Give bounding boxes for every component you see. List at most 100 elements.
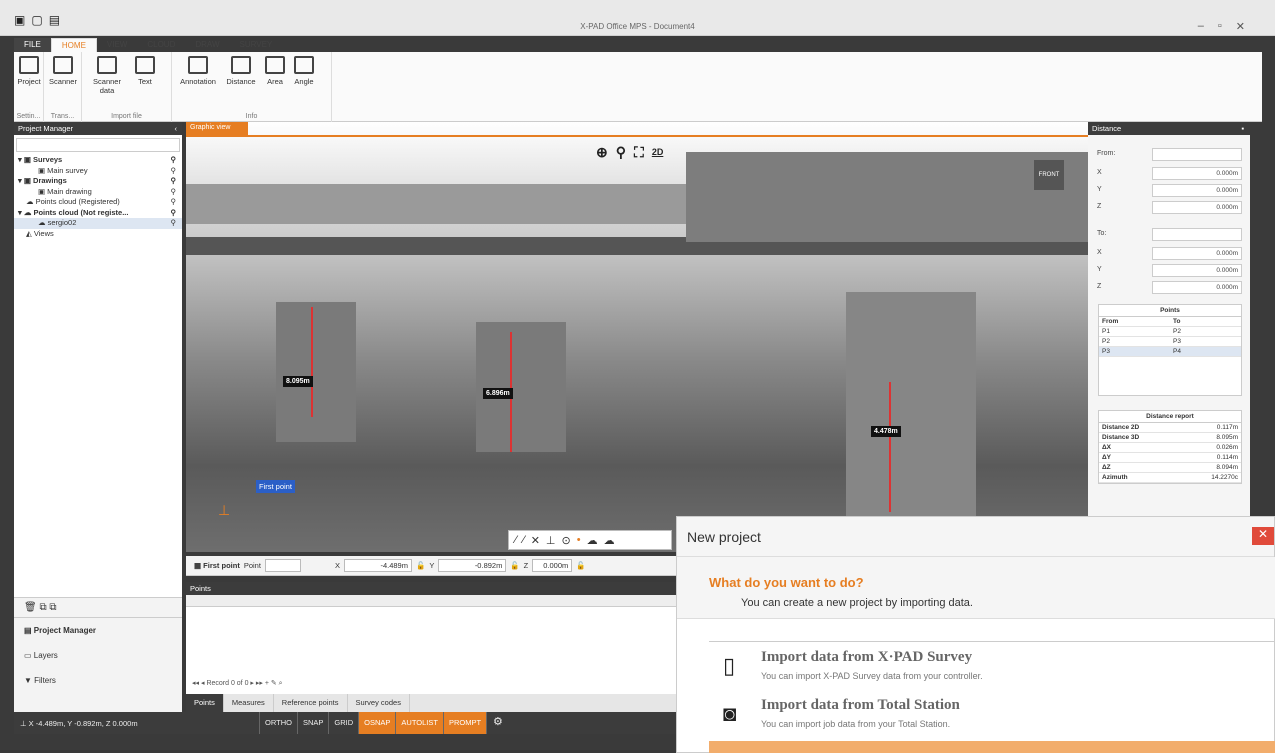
copy-icon[interactable]: ⧉: [39, 602, 46, 613]
scanner-button[interactable]: Scanner: [48, 56, 78, 86]
tab-survey[interactable]: SURVEY: [230, 38, 283, 52]
lock-icon[interactable]: 🔓: [510, 561, 519, 570]
cloud-snap-icon[interactable]: ☁: [604, 534, 615, 547]
perpendicular-snap-icon[interactable]: ⊥: [546, 534, 556, 547]
from-z-field[interactable]: 0.000m: [1152, 201, 1242, 214]
status-coords: ⊥ X -4.489m, Y -0.892m, Z 0.000m: [20, 718, 138, 728]
scanner-data-button[interactable]: Scanner data: [90, 56, 124, 95]
y-field[interactable]: -0.892m: [438, 559, 507, 572]
from-x-field[interactable]: 0.000m: [1152, 167, 1242, 180]
nav-project-manager[interactable]: ▤ Project Manager: [14, 618, 182, 643]
intersection-snap-icon[interactable]: ✕: [531, 534, 540, 547]
grid-toggle[interactable]: GRID: [328, 712, 358, 734]
tree-item-points-cloud-registered[interactable]: ☁ Points cloud (Registered) ⚲: [14, 197, 182, 208]
tab-cloud[interactable]: CLOUD: [137, 38, 185, 52]
close-icon[interactable]: ✕: [1236, 20, 1245, 33]
zoom-icon[interactable]: ⚲: [616, 144, 626, 161]
settings-gear-icon[interactable]: ⚙: [486, 712, 509, 734]
line-snap-icon[interactable]: ⁄: [515, 534, 517, 546]
snap-toggle[interactable]: SNAP: [296, 712, 328, 734]
tree-item-views[interactable]: ◭ Views: [14, 229, 182, 240]
to-z-field[interactable]: 0.000m: [1152, 281, 1242, 294]
pin-icon[interactable]: ⚲: [171, 197, 177, 206]
pin-icon[interactable]: ▪: [1241, 124, 1244, 133]
tree-item-main-drawing[interactable]: ▣ Main drawing ⚲: [14, 187, 182, 198]
text-label: Text: [138, 77, 152, 86]
pin-icon[interactable]: ⚲: [171, 155, 177, 164]
tab-file[interactable]: FILE: [14, 38, 51, 52]
autolist-toggle[interactable]: AUTOLIST: [395, 712, 443, 734]
tab-home[interactable]: HOME: [50, 38, 97, 52]
view-mode-toggle[interactable]: 2D: [652, 144, 664, 161]
scanner-data-label: Scanner data: [93, 77, 121, 95]
tree-item-drawings[interactable]: ▾ ▣ Drawings ⚲: [14, 176, 182, 187]
zoom-in-icon[interactable]: ⊕: [596, 144, 608, 161]
tree-search-input[interactable]: [16, 138, 180, 152]
from-point-field[interactable]: [1152, 148, 1242, 161]
point-snap-icon[interactable]: •: [577, 534, 581, 546]
pin-icon[interactable]: ⚲: [171, 176, 177, 185]
view-cube[interactable]: FRONT: [1034, 160, 1064, 190]
from-y-field[interactable]: 0.000m: [1152, 184, 1242, 197]
dialog-close-button[interactable]: ✕: [1252, 527, 1274, 545]
selected-option-highlight[interactable]: [709, 741, 1275, 753]
settings-group: Project Settin...: [14, 52, 44, 122]
delete-icon[interactable]: 🗑: [24, 602, 37, 613]
tree-item-main-survey[interactable]: ▣ Main survey ⚲: [14, 166, 182, 177]
graphic-view[interactable]: Graphic view 8.095m 6.896m 4.478m First …: [186, 122, 1090, 552]
angle-button[interactable]: Angle: [290, 56, 318, 86]
annotation-button[interactable]: Annotation: [178, 56, 218, 86]
ortho-toggle[interactable]: ORTHO: [259, 712, 297, 734]
nav-filters[interactable]: ▼ Filters: [14, 668, 182, 693]
tree-item-surveys[interactable]: ▾ ▣ Surveys ⚲: [14, 155, 182, 166]
table-row[interactable]: P1 P2: [1099, 327, 1241, 337]
collapse-icon[interactable]: ‹: [175, 124, 178, 133]
first-point-button[interactable]: ▦ First point: [194, 561, 240, 570]
point-input[interactable]: [264, 559, 301, 572]
tree-item-sergio02[interactable]: ☁ sergio02 ⚲: [14, 218, 182, 229]
center-snap-icon[interactable]: ⊙: [562, 534, 571, 547]
lock-icon[interactable]: 🔓: [576, 561, 585, 570]
import-xpad-survey-option[interactable]: ▯ Import data from X·PAD Survey You can …: [709, 645, 1275, 685]
tree-item-points-cloud-not-registered[interactable]: ▾ ☁ Points cloud (Not registe... ⚲: [14, 208, 182, 219]
text-button[interactable]: Text: [132, 56, 158, 86]
paste-icon[interactable]: ⧉: [49, 602, 56, 613]
tab-view[interactable]: VIEW: [97, 38, 137, 52]
tab-points[interactable]: Points: [186, 694, 224, 712]
x-field[interactable]: -4.489m: [343, 559, 412, 572]
tab-measures[interactable]: Measures: [224, 694, 274, 712]
tab-draw[interactable]: DRAW: [185, 38, 229, 52]
record-navigator[interactable]: ◂◂ ◂ Record 0 of 0 ▸ ▸▸ + ✎ ⌕: [192, 679, 283, 688]
tab-reference-points[interactable]: Reference points: [274, 694, 348, 712]
nav-layers[interactable]: ▭ Layers: [14, 643, 182, 668]
area-button[interactable]: Area: [262, 56, 288, 86]
table-row[interactable]: P3 P4: [1099, 347, 1241, 357]
measure-label[interactable]: 8.095m: [283, 376, 313, 387]
z-field[interactable]: 0.000m: [532, 559, 573, 572]
measure-label[interactable]: 4.478m: [871, 426, 901, 437]
osnap-toggle[interactable]: OSNAP: [358, 712, 396, 734]
import-total-station-option[interactable]: ◙ Import data from Total Station You can…: [709, 693, 1275, 733]
pin-icon[interactable]: ⚲: [171, 218, 177, 227]
table-row[interactable]: P2 P3: [1099, 337, 1241, 347]
to-x-field[interactable]: 0.000m: [1152, 247, 1242, 260]
lock-icon[interactable]: 🔓: [416, 561, 425, 570]
report-label: Azimuth: [1102, 474, 1128, 481]
minimize-icon[interactable]: –: [1198, 20, 1204, 33]
distance-button[interactable]: Distance: [224, 56, 258, 86]
pin-icon[interactable]: ⚲: [171, 208, 177, 217]
tab-graphic-view[interactable]: Graphic view: [186, 122, 248, 135]
to-y-field[interactable]: 0.000m: [1152, 264, 1242, 277]
parallel-snap-icon[interactable]: ⁄: [523, 534, 525, 546]
to-point-field[interactable]: [1152, 228, 1242, 241]
pin-icon[interactable]: ⚲: [171, 187, 177, 196]
project-button[interactable]: Project: [17, 56, 41, 86]
measure-label[interactable]: 6.896m: [483, 388, 513, 399]
prompt-toggle[interactable]: PROMPT: [442, 712, 487, 734]
tab-survey-codes[interactable]: Survey codes: [348, 694, 410, 712]
pin-icon[interactable]: ⚲: [171, 166, 177, 175]
cloud-snap-icon[interactable]: ☁: [587, 534, 598, 547]
restore-icon[interactable]: ▫: [1218, 20, 1222, 33]
import-group-label: Import file: [111, 113, 142, 120]
zoom-extents-icon[interactable]: ⛶: [634, 144, 644, 161]
